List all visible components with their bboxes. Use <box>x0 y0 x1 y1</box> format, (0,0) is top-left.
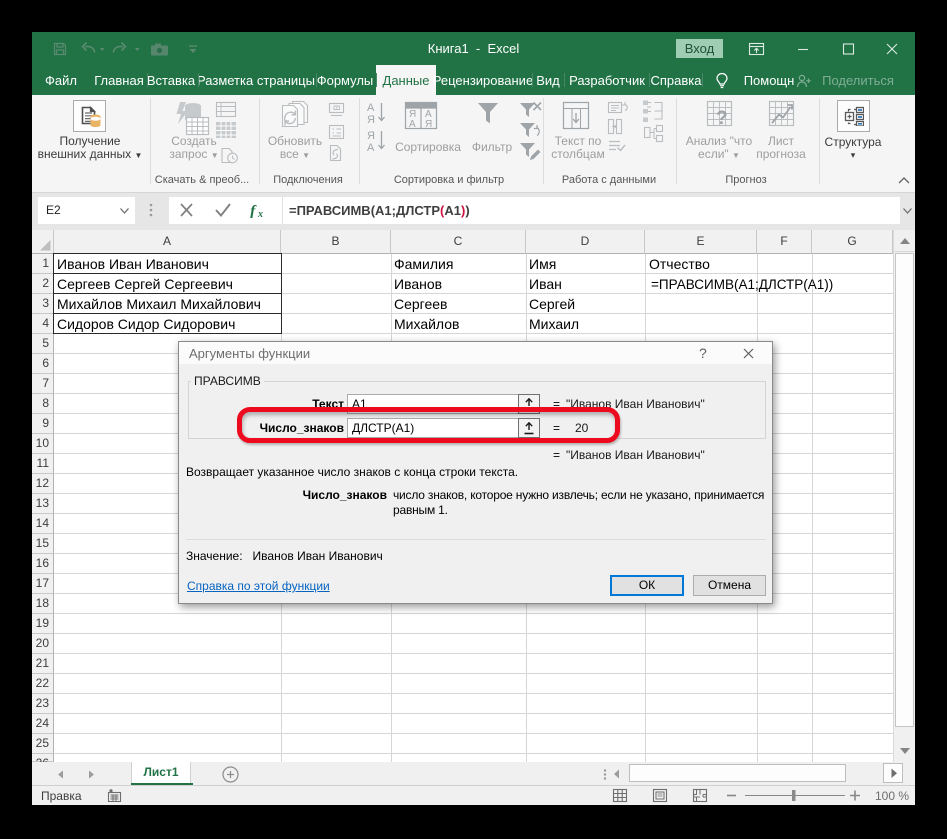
svg-text:Я: Я <box>367 114 375 126</box>
svg-text:А: А <box>367 102 375 114</box>
svg-text:А: А <box>409 119 416 130</box>
svg-text:А: А <box>367 142 375 154</box>
svg-text:Я: Я <box>367 130 375 142</box>
svg-text:?: ? <box>716 108 728 129</box>
svg-text:x: x <box>257 209 263 218</box>
svg-text:Я: Я <box>425 119 432 130</box>
svg-text:f: f <box>250 203 257 218</box>
